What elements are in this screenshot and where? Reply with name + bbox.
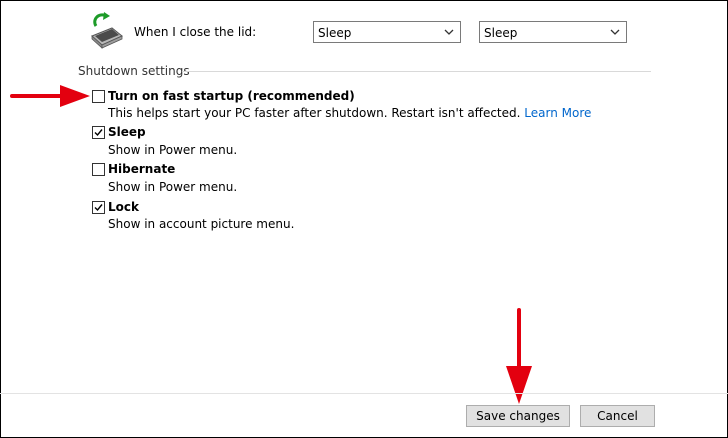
- chevron-down-icon: [444, 29, 454, 35]
- red-arrow-down-icon: [506, 308, 532, 404]
- lid-on-battery-dropdown[interactable]: Sleep: [313, 21, 461, 43]
- save-changes-button[interactable]: Save changes: [466, 405, 570, 427]
- lid-action-label: When I close the lid:: [134, 25, 257, 39]
- shutdown-settings-heading: Shutdown settings: [78, 64, 190, 78]
- fast-startup-checkbox[interactable]: [92, 90, 105, 103]
- red-arrow-right-icon: [10, 85, 90, 107]
- hibernate-checkbox[interactable]: [92, 163, 105, 176]
- dropdown-value: Sleep: [318, 26, 352, 40]
- dropdown-value: Sleep: [484, 26, 518, 40]
- learn-more-link[interactable]: Learn More: [524, 106, 591, 120]
- hibernate-label[interactable]: Hibernate: [108, 162, 175, 176]
- lock-label[interactable]: Lock: [108, 200, 139, 214]
- lock-checkbox[interactable]: [92, 201, 105, 214]
- cancel-button[interactable]: Cancel: [580, 405, 655, 427]
- checkmark-icon: [94, 129, 103, 137]
- sleep-checkbox[interactable]: [92, 126, 105, 139]
- laptop-power-icon: [91, 12, 123, 49]
- lock-description: Show in account picture menu.: [108, 217, 295, 231]
- fast-startup-label[interactable]: Turn on fast startup (recommended): [108, 89, 355, 103]
- sleep-description: Show in Power menu.: [108, 143, 238, 157]
- chevron-down-icon: [610, 29, 620, 35]
- lid-plugged-in-dropdown[interactable]: Sleep: [479, 21, 627, 43]
- section-divider: [182, 71, 651, 72]
- hibernate-description: Show in Power menu.: [108, 180, 238, 194]
- checkmark-icon: [94, 204, 103, 212]
- fast-startup-description: This helps start your PC faster after sh…: [108, 106, 592, 120]
- footer-divider: [0, 393, 728, 394]
- sleep-label[interactable]: Sleep: [108, 125, 146, 139]
